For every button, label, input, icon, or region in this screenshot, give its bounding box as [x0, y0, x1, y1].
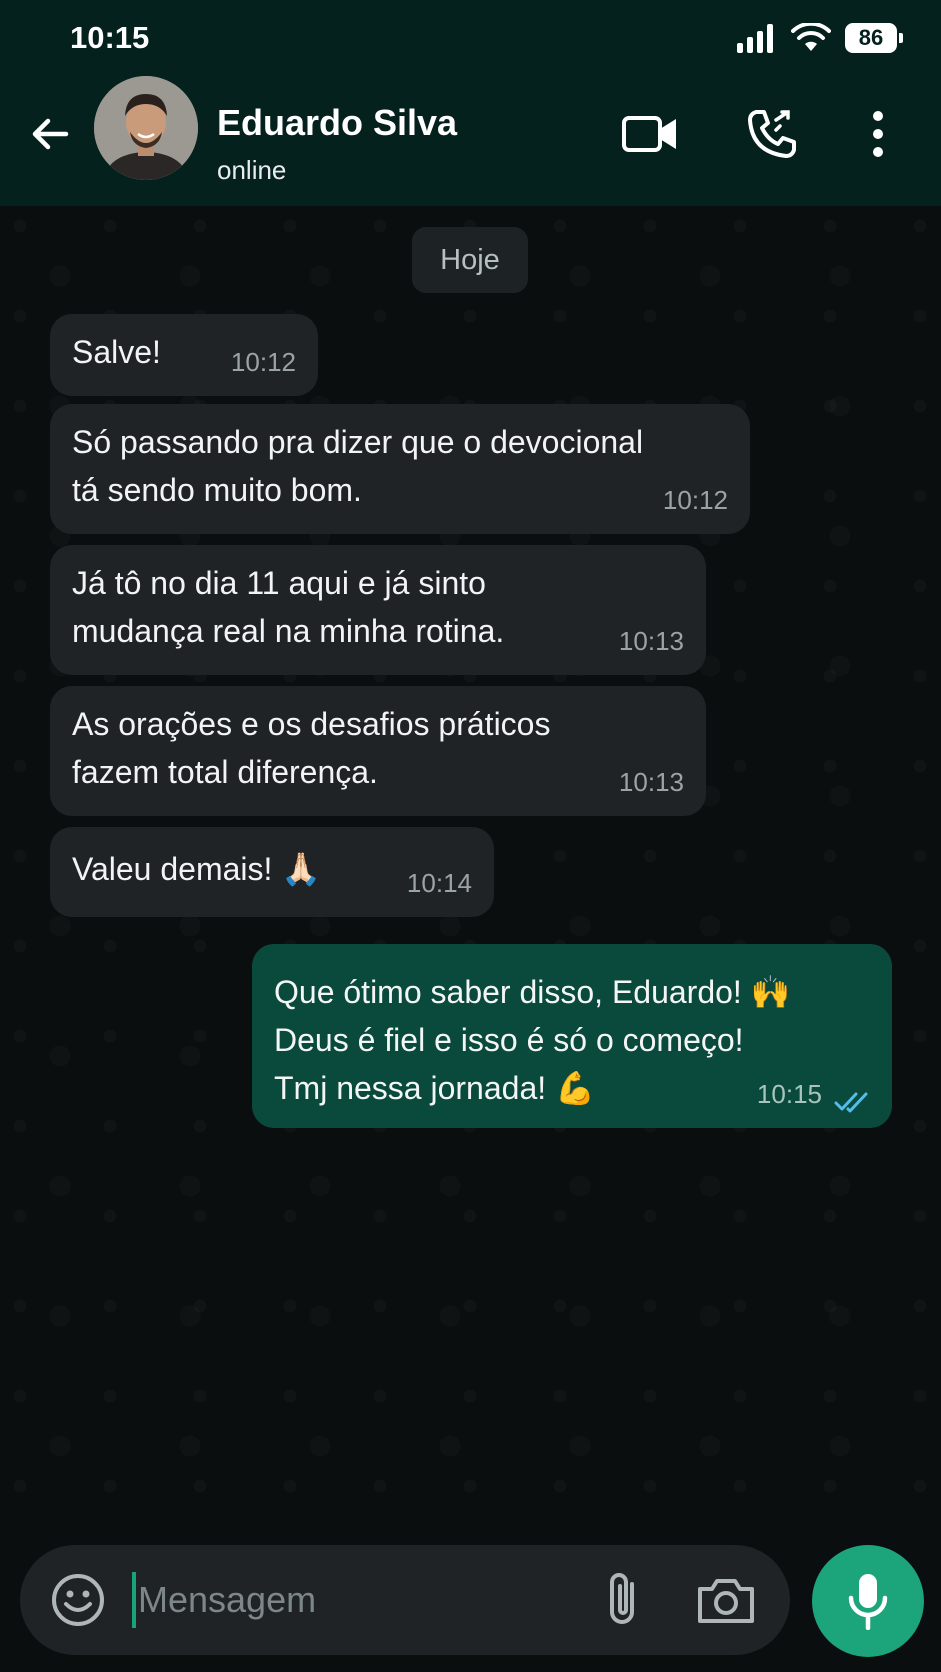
status-time: 10:15 — [70, 20, 150, 55]
emoji-icon[interactable] — [50, 1572, 106, 1628]
message-text-line: tá sendo muito bom. — [72, 472, 362, 508]
message-time: 10:13 — [618, 767, 684, 797]
contact-avatar[interactable] — [94, 76, 198, 180]
video-call-icon[interactable] — [622, 106, 678, 162]
wifi-icon — [791, 23, 831, 51]
voice-message-button[interactable] — [812, 1545, 924, 1657]
message-time: 10:15 — [756, 1079, 822, 1109]
back-arrow-icon[interactable] — [26, 110, 74, 158]
message-composer — [20, 1545, 790, 1655]
message-bubble-incoming[interactable]: Valeu demais! 🙏🏻 10:14 — [50, 827, 494, 917]
microphone-icon — [848, 1574, 888, 1630]
text-caret — [132, 1572, 136, 1628]
message-time: 10:13 — [618, 626, 684, 656]
more-options-icon[interactable] — [850, 106, 906, 162]
message-text-line: mudança real na minha rotina. — [72, 613, 505, 649]
message-bubble-incoming[interactable]: Salve! 10:12 — [50, 314, 318, 396]
message-time: 10:12 — [662, 485, 728, 515]
status-bar: 10:15 86 — [0, 0, 941, 76]
status-icons: 86 — [737, 22, 903, 54]
message-time: 10:14 — [406, 868, 472, 898]
message-text-line: As orações e os desafios práticos — [72, 706, 551, 742]
message-text-line: Já tô no dia 11 aqui e já sinto — [72, 565, 486, 601]
contact-status: online — [217, 155, 287, 185]
message-input[interactable] — [138, 1565, 578, 1635]
message-text-line: Deus é fiel e isso é só o começo! — [274, 1022, 744, 1058]
chat-header: 10:15 86 Eduardo Silva online — [0, 0, 941, 206]
message-bubble-incoming[interactable]: As orações e os desafios práticos fazem … — [50, 686, 706, 816]
message-bubble-incoming[interactable]: Já tô no dia 11 aqui e já sinto mudança … — [50, 545, 706, 675]
date-chip: Hoje — [412, 227, 528, 293]
battery-level: 86 — [858, 25, 884, 50]
message-bubble-incoming[interactable]: Só passando pra dizer que o devocional t… — [50, 404, 750, 534]
attach-icon[interactable] — [598, 1570, 648, 1630]
message-text-line: Que ótimo saber disso, Eduardo! 🙌 — [274, 974, 791, 1010]
voice-call-icon[interactable] — [744, 106, 800, 162]
message-text-line: fazem total diferença. — [72, 754, 378, 790]
message-text-line: Só passando pra dizer que o devocional — [72, 424, 644, 460]
camera-icon[interactable] — [696, 1575, 756, 1625]
battery-icon: 86 — [845, 23, 903, 53]
message-time: 10:12 — [230, 347, 296, 377]
message-bubble-outgoing[interactable]: Que ótimo saber disso, Eduardo! 🙌 Deus é… — [252, 944, 892, 1128]
contact-name[interactable]: Eduardo Silva — [217, 102, 457, 144]
signal-icon — [737, 24, 773, 53]
read-receipt-icon — [834, 1092, 868, 1113]
